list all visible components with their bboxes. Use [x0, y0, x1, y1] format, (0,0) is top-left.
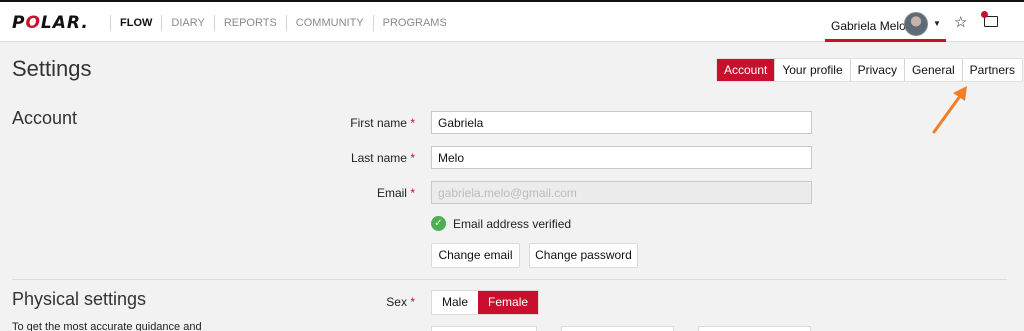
account-section-title: Account: [12, 108, 78, 128]
nav-flow[interactable]: FLOW: [110, 15, 161, 31]
physical-field-3[interactable]: [698, 326, 811, 331]
page-title: Settings: [12, 56, 92, 81]
section-divider: [12, 279, 1007, 280]
physical-settings-title: Physical settings: [12, 289, 147, 309]
user-name: Gabriela Melo: [831, 19, 906, 33]
caret-down-icon[interactable]: ▼: [933, 19, 941, 28]
nav-programs[interactable]: PROGRAMS: [372, 15, 456, 31]
change-password-button[interactable]: Change password: [529, 243, 638, 268]
star-icon[interactable]: ☆: [954, 13, 967, 31]
email-field: [431, 181, 812, 204]
physical-field-2[interactable]: [561, 326, 674, 331]
annotation-arrow-icon: [932, 86, 967, 134]
email-label: Email *: [376, 186, 415, 200]
last-name-field[interactable]: [431, 146, 812, 169]
check-circle-icon: ✓: [431, 216, 446, 231]
tab-privacy[interactable]: Privacy: [849, 59, 904, 81]
last-name-label: Last name *: [350, 151, 415, 165]
tab-general[interactable]: General: [903, 59, 962, 81]
main-nav: FLOW DIARY REPORTS COMMUNITY PROGRAMS: [110, 15, 456, 31]
settings-tabs: Account Your profile Privacy General Par…: [716, 58, 1024, 82]
physical-settings-help-text: To get the most accurate guidance and: [12, 321, 202, 331]
email-verified-status: ✓ Email address verified: [431, 216, 571, 231]
nav-reports[interactable]: REPORTS: [213, 15, 286, 31]
sex-option-female[interactable]: Female: [478, 291, 539, 314]
email-verified-text: Email address verified: [453, 216, 572, 231]
nav-diary[interactable]: DIARY: [161, 15, 213, 31]
notification-dot: [981, 11, 988, 18]
tab-your-profile[interactable]: Your profile: [774, 59, 849, 81]
physical-field-1[interactable]: [431, 326, 537, 331]
notification-icon[interactable]: [981, 11, 998, 27]
tab-account[interactable]: Account: [717, 59, 775, 81]
sex-selector: Male Female: [431, 290, 540, 315]
tab-partners[interactable]: Partners: [961, 59, 1022, 81]
change-email-button[interactable]: Change email: [431, 243, 520, 268]
avatar[interactable]: [904, 12, 928, 36]
sex-label: Sex *: [386, 295, 415, 309]
first-name-label: First name *: [350, 116, 415, 130]
user-menu[interactable]: Gabriela Melo ▼: [825, 10, 946, 42]
polar-logo[interactable]: POLAR.: [12, 13, 89, 33]
top-navigation-bar: POLAR. FLOW DIARY REPORTS COMMUNITY PROG…: [0, 0, 1024, 42]
nav-community[interactable]: COMMUNITY: [285, 15, 373, 31]
first-name-field[interactable]: [431, 111, 812, 134]
sex-option-male[interactable]: Male: [432, 291, 478, 314]
